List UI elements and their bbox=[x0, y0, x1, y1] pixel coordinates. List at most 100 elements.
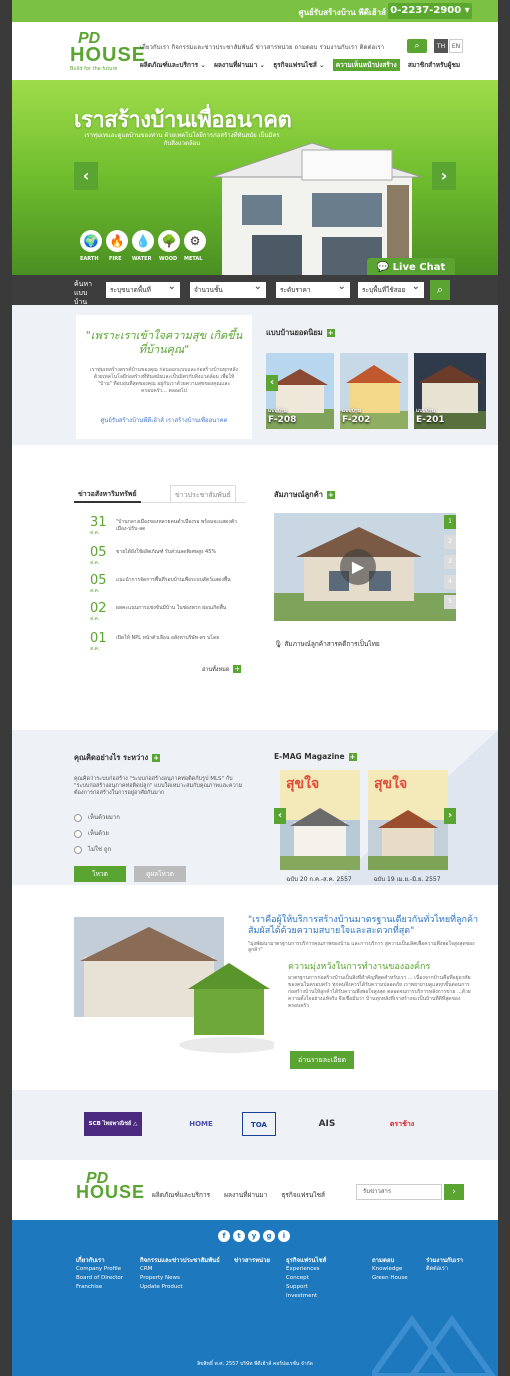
subscribe-submit-icon[interactable]: › bbox=[444, 1184, 464, 1200]
poll-option[interactable]: เห็นด้วยมาก bbox=[74, 812, 120, 822]
partner-logo-home[interactable]: HOME bbox=[184, 1112, 218, 1136]
nav-portfolio[interactable]: ผลงานที่ผ่านมา ⌄ bbox=[214, 61, 265, 69]
nav-products[interactable]: ผลิตภัณฑ์และบริการ ⌄ bbox=[140, 61, 206, 69]
hero-next-button[interactable]: › bbox=[432, 162, 456, 190]
footer-link[interactable]: Knowledge bbox=[372, 1265, 408, 1274]
poll-result-button[interactable]: ดูผลโหวต bbox=[134, 866, 186, 882]
interview-page-2[interactable]: 2 bbox=[444, 535, 456, 549]
footer-col-head[interactable]: ถามตอบ bbox=[372, 1256, 408, 1265]
plus-icon[interactable]: + bbox=[326, 491, 335, 499]
about-body: มาตรฐานการก่อสร้างบ้านเป็นสิ่งที่สำคัญที… bbox=[288, 975, 471, 1009]
intro-link[interactable]: ศูนย์รับสร้างบ้านพีดีเฮ้าส์ เราสร้างบ้าน… bbox=[86, 417, 242, 424]
fire-label: FIRE bbox=[109, 256, 122, 262]
popular-item[interactable]: แบบบ้าน F-208 bbox=[266, 353, 334, 429]
play-icon[interactable]: ▶ bbox=[340, 549, 376, 585]
footer-col-head[interactable]: ธุรกิจแฟรนไชส์ bbox=[286, 1256, 326, 1265]
footer-link[interactable]: Update Product bbox=[140, 1283, 220, 1292]
search-icon[interactable]: ⌕ bbox=[407, 39, 427, 53]
tab-pr-news[interactable]: ข่าวประชาสัมพันธ์ bbox=[170, 485, 236, 503]
footer-link[interactable]: Experiences bbox=[286, 1265, 326, 1274]
usable-area-select[interactable]: ระบุพื้นที่ใช้สอย bbox=[358, 279, 424, 298]
emag-next-button[interactable]: › bbox=[444, 808, 456, 824]
google-icon[interactable]: g bbox=[263, 1230, 275, 1242]
footer-link[interactable]: Support bbox=[286, 1283, 326, 1292]
popular-item[interactable]: แบบบ้าน F-202 bbox=[340, 353, 408, 429]
footer-col-head[interactable]: เกี่ยวกับเรา bbox=[76, 1256, 123, 1265]
interview-page-4[interactable]: 4 bbox=[444, 575, 456, 589]
nav-opinion[interactable]: ความเห็นหน้าบ่งสร้าง bbox=[332, 59, 400, 71]
popular-item[interactable]: แบบบ้าน E-201 bbox=[414, 353, 486, 429]
water-label: WATER bbox=[132, 256, 152, 262]
footer-col-head[interactable]: กิจกรรมและข่าวประชาสัมพันธ์ bbox=[140, 1256, 220, 1265]
poll-option[interactable]: เห็นด้วย bbox=[74, 828, 109, 838]
footer-col-head[interactable]: ร่วมงานกับเรา bbox=[426, 1256, 463, 1265]
logo-house[interactable]: HOUSE bbox=[70, 44, 146, 67]
poll-option[interactable]: ไม่ใช่ ถูก bbox=[74, 844, 111, 854]
emag-cover[interactable]: สุขใจ bbox=[280, 770, 360, 870]
footer-col-head[interactable]: ข่าวสารหน่วย bbox=[234, 1256, 270, 1265]
partner-logo-ais[interactable]: AIS bbox=[302, 1112, 352, 1136]
footer-link[interactable]: Board of Director bbox=[76, 1274, 123, 1283]
news-title: แนะนำการจัดการพื้นที่รอบบ้านเพื่อระบบสัต… bbox=[116, 577, 231, 583]
subscribe-input[interactable]: รับข่าวสาร bbox=[356, 1184, 442, 1200]
emag-cover[interactable]: สุขใจ bbox=[368, 770, 448, 870]
news-more-link[interactable]: อ่านทั้งหมด + bbox=[202, 665, 242, 674]
phone-button[interactable]: 0-2237-2900 ▾ bbox=[388, 3, 472, 19]
floors-select[interactable]: จำนวนชั้น bbox=[190, 279, 266, 298]
footer-link[interactable]: Green House bbox=[372, 1274, 408, 1283]
footer-link[interactable]: Franchise bbox=[76, 1283, 123, 1292]
water-icon[interactable]: 💧 bbox=[132, 230, 154, 252]
footer-logo-house[interactable]: HOUSE bbox=[76, 1182, 145, 1203]
price-select[interactable]: ระดับราคา bbox=[276, 279, 350, 298]
lang-en-button[interactable]: EN bbox=[449, 39, 463, 53]
fire-icon[interactable]: 🔥 bbox=[106, 230, 128, 252]
interview-page-1[interactable]: 1 bbox=[444, 515, 456, 529]
tab-property-news[interactable]: ข่าวอสังหาริมทรัพย์ bbox=[74, 485, 141, 503]
instagram-icon[interactable]: i bbox=[278, 1230, 290, 1242]
interview-page-5[interactable]: 5 bbox=[444, 595, 456, 609]
interview-video[interactable]: ▶ bbox=[274, 513, 456, 621]
live-chat-label: Live Chat bbox=[392, 262, 446, 273]
interview-page-3[interactable]: 3 bbox=[444, 555, 456, 569]
popular-code: F-202 bbox=[342, 415, 371, 425]
youtube-icon[interactable]: y bbox=[248, 1230, 260, 1242]
plus-icon[interactable]: + bbox=[152, 754, 161, 762]
footer-link[interactable]: CRM bbox=[140, 1265, 220, 1274]
about-read-more-button[interactable]: อ่านรายละเอียด bbox=[290, 1051, 354, 1069]
popular-prev-button[interactable]: ‹ bbox=[266, 375, 278, 391]
earth-icon[interactable]: 🌍 bbox=[80, 230, 102, 252]
list-item[interactable]: 01 ส.ค. เปิดให้ NPL หน้าตัวเลือน อสังหาบริ… bbox=[74, 632, 246, 655]
nav-member[interactable]: สมาชิกสำหรับผู้ชม bbox=[408, 61, 460, 69]
twitter-icon[interactable]: t bbox=[233, 1230, 245, 1242]
plus-icon[interactable]: + bbox=[326, 329, 335, 337]
facebook-icon[interactable]: f bbox=[218, 1230, 230, 1242]
list-item[interactable]: 02 ส.ค. ผลคะแนนการแข่งขันมีบ้าน ในช่องพวก … bbox=[74, 602, 246, 625]
hero-prev-button[interactable]: ‹ bbox=[74, 162, 98, 190]
footer-nav-franchise[interactable]: ธุรกิจแฟรนไชส์ bbox=[281, 1191, 325, 1199]
footer-link[interactable]: Company Profile bbox=[76, 1265, 123, 1274]
footer-link[interactable]: ติดต่อเรา bbox=[426, 1265, 463, 1274]
news-more-label: อ่านทั้งหมด bbox=[202, 667, 230, 673]
list-item[interactable]: 31 ส.ค. "บ้านกลางเมืองของหลายคนต่ำเมืองรอ … bbox=[74, 516, 246, 539]
partner-logo-scb[interactable]: SCB ไทยพาณิชย์ △ bbox=[84, 1112, 142, 1136]
nav-franchise[interactable]: ธุรกิจแฟรนไชส์ ⌄ bbox=[273, 61, 324, 69]
wood-icon[interactable]: 🌳 bbox=[158, 230, 180, 252]
vote-button[interactable]: โหวต bbox=[74, 866, 126, 882]
footer-nav-products[interactable]: ผลิตภัณฑ์และบริการ bbox=[152, 1191, 210, 1199]
footer-nav-portfolio[interactable]: ผลงานที่ผ่านมา bbox=[224, 1191, 267, 1199]
list-item[interactable]: 05 ส.ค. ขายได้ยังใช้ผลิตภัณฑ์ รับส่วนลดพิเ… bbox=[74, 546, 246, 569]
area-select[interactable]: ระบุขนาดพื้นที่ bbox=[106, 279, 180, 298]
footer-link[interactable]: Property News bbox=[140, 1274, 220, 1283]
plus-icon[interactable]: + bbox=[348, 753, 357, 761]
footer-link[interactable]: Concept bbox=[286, 1274, 326, 1283]
phone-number: 0-2237-2900 bbox=[390, 5, 462, 16]
search-submit-icon[interactable]: ⌕ bbox=[430, 280, 450, 300]
lang-th-button[interactable]: TH bbox=[434, 39, 448, 53]
secondary-nav[interactable]: เกี่ยวกับเรา กิจกรรมและข่าวประชาสัมพันธ์… bbox=[140, 42, 384, 52]
emag-prev-button[interactable]: ‹ bbox=[274, 808, 286, 824]
partner-logo-toa[interactable]: TOA bbox=[242, 1112, 276, 1136]
metal-icon[interactable]: ⚙ bbox=[184, 230, 206, 252]
partner-logo-scg[interactable]: ตราช้าง bbox=[374, 1112, 430, 1136]
footer-link[interactable]: Investment bbox=[286, 1292, 326, 1301]
list-item[interactable]: 05 ส.ค. แนะนำการจัดการพื้นที่รอบบ้านเพื่อร… bbox=[74, 574, 246, 597]
